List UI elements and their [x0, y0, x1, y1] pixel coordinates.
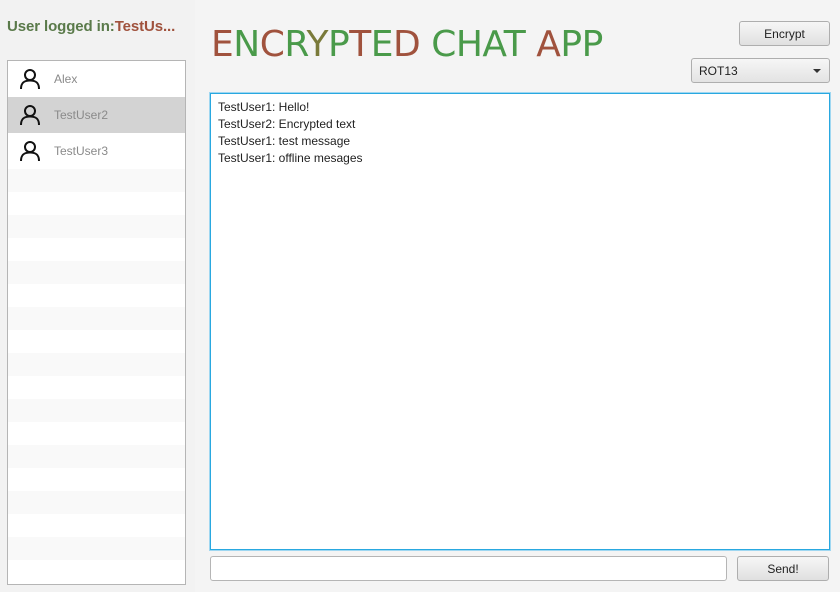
app-title-char: T [349, 24, 371, 65]
app-title-char: A [482, 24, 504, 65]
chat-message: TestUser1: Hello! [218, 100, 310, 114]
empty-list-row [8, 514, 185, 537]
chat-message: TestUser1: test message [218, 134, 351, 148]
user-name: TestUser3 [54, 144, 109, 158]
empty-list-row [8, 560, 185, 583]
empty-list-row [8, 307, 185, 330]
app-title-char: D [393, 24, 421, 65]
send-button[interactable]: Send! [737, 556, 829, 581]
empty-list-row [8, 169, 185, 192]
app-title-char: P [560, 24, 582, 65]
user-list-item[interactable]: TestUser3 [8, 133, 185, 169]
user-name: TestUser2 [54, 108, 109, 122]
user-list-item[interactable]: TestUser2 [8, 97, 185, 133]
empty-list-row [8, 261, 185, 284]
empty-list-row [8, 537, 185, 560]
app-title-char: E [370, 24, 394, 65]
empty-list-row [8, 491, 185, 514]
app-title-char: Y [306, 24, 329, 65]
empty-list-row [8, 468, 185, 491]
cipher-select[interactable]: ROT13 [691, 58, 830, 83]
empty-list-row [8, 192, 185, 215]
logged-in-username: TestUs... [114, 18, 176, 35]
app-title-char: C [431, 24, 456, 65]
chat-message: TestUser1: offline mesages [218, 151, 363, 165]
app-title-char: N [233, 24, 260, 65]
empty-list-row [8, 422, 185, 445]
app-title-char [420, 24, 431, 65]
logged-in-prefix: User logged in: [7, 18, 115, 35]
cipher-select-value: ROT13 [699, 64, 738, 78]
encrypt-button[interactable]: Encrypt [739, 21, 830, 46]
empty-list-row [8, 330, 185, 353]
app-title: ENCRYPTED CHAT APP [211, 24, 603, 65]
app-title-char: C [259, 24, 285, 65]
user-icon [20, 105, 40, 126]
app-title-char: E [211, 24, 234, 65]
logged-in-label: User logged in:TestUs... [7, 18, 190, 35]
empty-list-row [8, 353, 185, 376]
app-title-char: R [284, 24, 307, 65]
user-name: Alex [54, 72, 78, 86]
empty-list-row [8, 445, 185, 468]
chevron-down-icon [813, 69, 821, 73]
app-title-char: P [328, 24, 350, 65]
app-title-char [525, 24, 536, 65]
empty-list-row [8, 399, 185, 422]
app-title-char: P [581, 24, 604, 65]
empty-list-row [8, 376, 185, 399]
empty-list-row [8, 284, 185, 307]
chat-message: TestUser2: Encrypted text [218, 117, 356, 131]
chat-log[interactable]: TestUser1: Hello! TestUser2: Encrypted te… [210, 93, 830, 550]
empty-list-row [8, 215, 185, 238]
user-icon [20, 69, 40, 90]
user-list[interactable]: Alex TestUser2 TestUser3 [7, 60, 186, 585]
user-icon [20, 141, 40, 162]
empty-list-row [8, 238, 185, 261]
app-title-char: A [536, 24, 561, 65]
app-title-char: T [503, 24, 526, 65]
app-title-char: H [455, 24, 483, 65]
message-input[interactable] [210, 556, 727, 581]
user-list-item[interactable]: Alex [8, 61, 185, 97]
